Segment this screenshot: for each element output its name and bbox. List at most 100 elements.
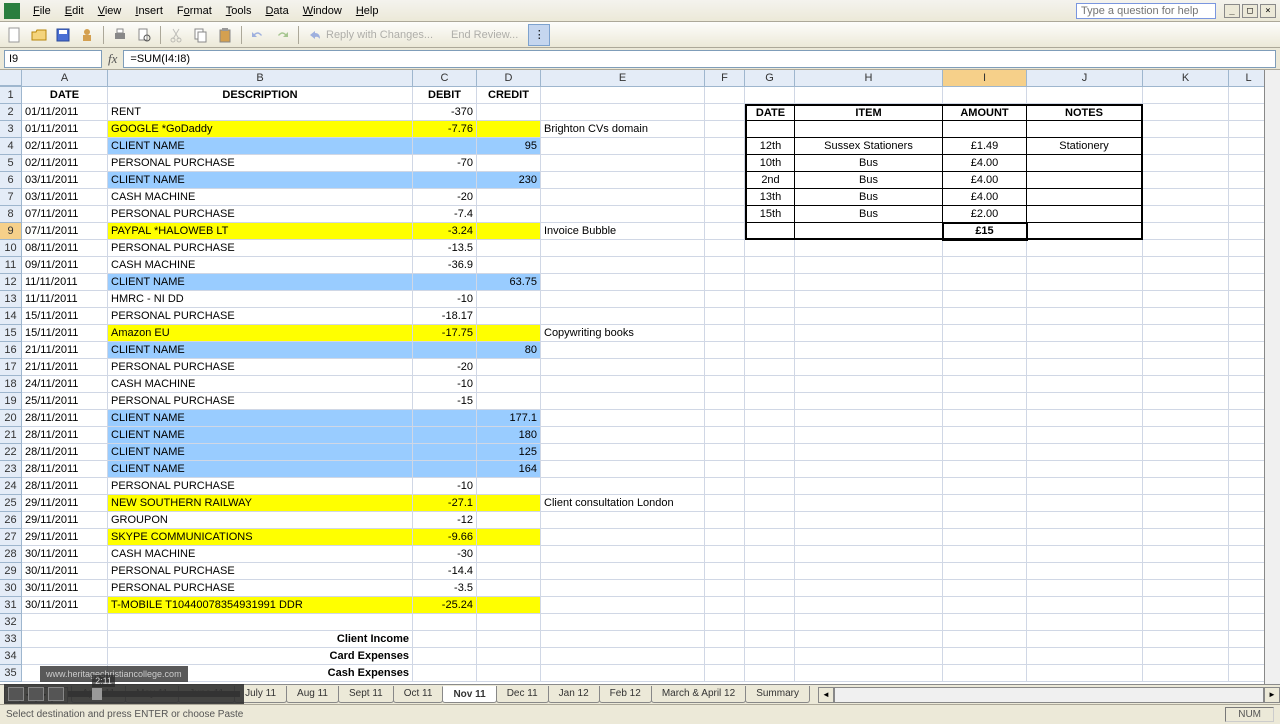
- horizontal-scrollbar[interactable]: [834, 687, 1264, 703]
- cell[interactable]: [1027, 291, 1143, 308]
- cell[interactable]: 63.75: [477, 274, 541, 291]
- cell[interactable]: [795, 223, 943, 240]
- col-header-E[interactable]: E: [541, 70, 705, 86]
- sheet-tab[interactable]: Jan 12: [548, 686, 600, 703]
- cell[interactable]: [705, 257, 745, 274]
- cell[interactable]: [1027, 410, 1143, 427]
- cell[interactable]: 07/11/2011: [22, 206, 108, 223]
- cell[interactable]: [541, 359, 705, 376]
- cell[interactable]: 80: [477, 342, 541, 359]
- cell[interactable]: 11/11/2011: [22, 274, 108, 291]
- row-header[interactable]: 29: [0, 563, 22, 580]
- cell[interactable]: PERSONAL PURCHASE: [108, 240, 413, 257]
- cell[interactable]: [1229, 529, 1269, 546]
- cell[interactable]: [413, 274, 477, 291]
- cell[interactable]: [795, 563, 943, 580]
- close-button[interactable]: ×: [1260, 4, 1276, 18]
- col-header-A[interactable]: A: [22, 70, 108, 86]
- sheet-tab[interactable]: March & April 12: [651, 686, 746, 703]
- cell[interactable]: [413, 427, 477, 444]
- cell[interactable]: CLIENT NAME: [108, 172, 413, 189]
- cell[interactable]: [541, 580, 705, 597]
- cell[interactable]: [1143, 104, 1229, 121]
- cell[interactable]: AMOUNT: [943, 104, 1027, 121]
- cell[interactable]: 2nd: [745, 172, 795, 189]
- summary-label[interactable]: Client Income: [108, 631, 413, 648]
- copy-icon[interactable]: [190, 24, 212, 46]
- cell[interactable]: [943, 274, 1027, 291]
- cell[interactable]: [1143, 223, 1229, 240]
- col-header-J[interactable]: J: [1027, 70, 1143, 86]
- cell[interactable]: DATE: [745, 104, 795, 121]
- cell[interactable]: 09/11/2011: [22, 257, 108, 274]
- cell[interactable]: ITEM: [795, 104, 943, 121]
- cell[interactable]: [1143, 444, 1229, 461]
- cell[interactable]: Bus: [795, 206, 943, 223]
- cell[interactable]: [477, 478, 541, 495]
- cell[interactable]: 24/11/2011: [22, 376, 108, 393]
- cell[interactable]: [745, 563, 795, 580]
- save-icon[interactable]: [52, 24, 74, 46]
- cell[interactable]: [1143, 206, 1229, 223]
- reply-with-changes-button[interactable]: Reply with Changes...: [304, 26, 441, 44]
- row-header[interactable]: 1: [0, 87, 22, 104]
- cell[interactable]: 30/11/2011: [22, 546, 108, 563]
- cell[interactable]: [745, 597, 795, 614]
- cell[interactable]: [1027, 274, 1143, 291]
- cell[interactable]: CLIENT NAME: [108, 274, 413, 291]
- fx-icon[interactable]: fx: [108, 51, 117, 67]
- cell[interactable]: [943, 240, 1027, 257]
- summary-label[interactable]: Card Expenses: [108, 648, 413, 665]
- cell[interactable]: -20: [413, 189, 477, 206]
- cell[interactable]: DEBIT: [413, 87, 477, 104]
- cell[interactable]: 02/11/2011: [22, 138, 108, 155]
- cell[interactable]: [795, 87, 943, 104]
- menu-insert[interactable]: Insert: [128, 2, 170, 20]
- cell[interactable]: 28/11/2011: [22, 478, 108, 495]
- cell[interactable]: 10th: [745, 155, 795, 172]
- cell[interactable]: GOOGLE *GoDaddy: [108, 121, 413, 138]
- cell[interactable]: 15th: [745, 206, 795, 223]
- cell[interactable]: [1229, 104, 1269, 121]
- sheet-tab[interactable]: Summary: [745, 686, 810, 703]
- cell[interactable]: [1143, 529, 1229, 546]
- cell[interactable]: [745, 342, 795, 359]
- cell[interactable]: CASH MACHINE: [108, 189, 413, 206]
- cell[interactable]: 29/11/2011: [22, 512, 108, 529]
- cell[interactable]: [795, 376, 943, 393]
- cell[interactable]: DESCRIPTION: [108, 87, 413, 104]
- cell[interactable]: [477, 206, 541, 223]
- row-header[interactable]: 28: [0, 546, 22, 563]
- cell[interactable]: [745, 512, 795, 529]
- cell[interactable]: Amazon EU: [108, 325, 413, 342]
- cell[interactable]: [541, 257, 705, 274]
- cell[interactable]: 21/11/2011: [22, 359, 108, 376]
- cell[interactable]: [541, 478, 705, 495]
- cell[interactable]: 177.1: [477, 410, 541, 427]
- print-preview-icon[interactable]: [133, 24, 155, 46]
- cell[interactable]: £4.00: [943, 155, 1027, 172]
- name-box[interactable]: I9: [4, 50, 102, 68]
- cell[interactable]: [1027, 155, 1143, 172]
- cell[interactable]: [745, 461, 795, 478]
- cell[interactable]: [477, 325, 541, 342]
- cell[interactable]: [943, 291, 1027, 308]
- cell[interactable]: [477, 240, 541, 257]
- menu-view[interactable]: View: [91, 2, 129, 20]
- cell[interactable]: [795, 580, 943, 597]
- cell[interactable]: [477, 155, 541, 172]
- cell[interactable]: [745, 410, 795, 427]
- row-header[interactable]: 2: [0, 104, 22, 121]
- cell[interactable]: 03/11/2011: [22, 172, 108, 189]
- cell[interactable]: [745, 274, 795, 291]
- cell[interactable]: [705, 597, 745, 614]
- cell[interactable]: [1027, 444, 1143, 461]
- restore-button[interactable]: □: [1242, 4, 1258, 18]
- cell[interactable]: CLIENT NAME: [108, 444, 413, 461]
- cell[interactable]: [541, 529, 705, 546]
- cell[interactable]: [541, 461, 705, 478]
- sheet-tab[interactable]: Feb 12: [599, 686, 652, 703]
- cell[interactable]: [1229, 563, 1269, 580]
- cell[interactable]: -7.76: [413, 121, 477, 138]
- cell[interactable]: [705, 291, 745, 308]
